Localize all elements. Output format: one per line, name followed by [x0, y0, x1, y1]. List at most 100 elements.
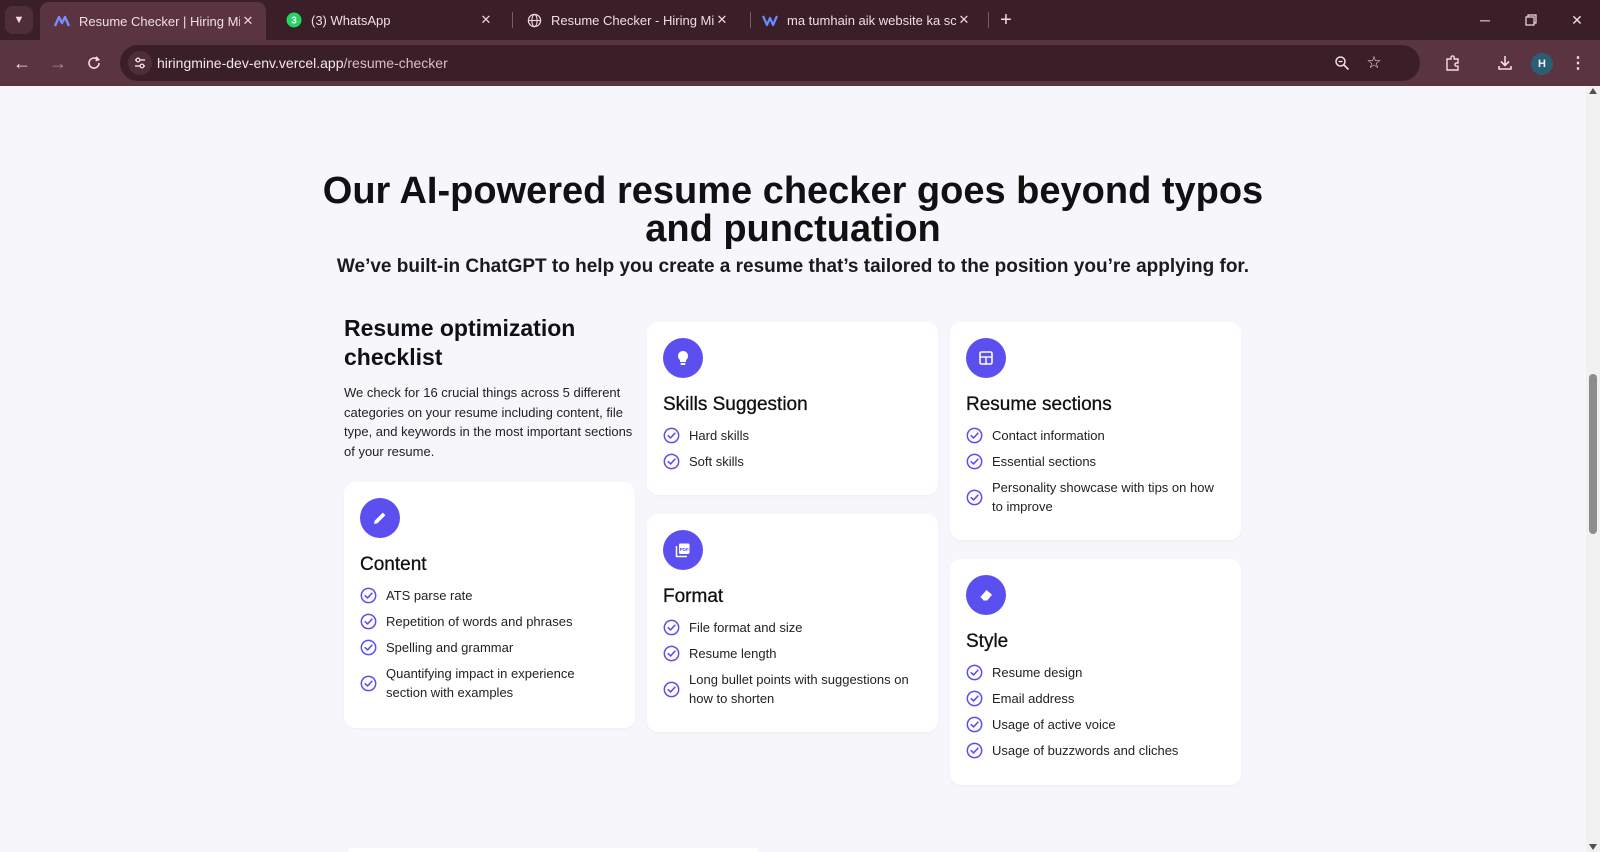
checklist: Resume design Email address Usage of act… [966, 663, 1225, 760]
list-item: Usage of active voice [966, 715, 1225, 734]
check-circle-icon [360, 675, 377, 691]
zoom-button[interactable] [1332, 53, 1352, 73]
site-info-button[interactable] [128, 51, 152, 75]
item-label: Quantifying impact in experience section… [386, 666, 575, 700]
tab-title: Resume Checker | Hiring Mine [79, 13, 240, 29]
section-subtitle: We’ve built-in ChatGPT to help you creat… [336, 256, 1250, 277]
lightbulb-icon [663, 338, 703, 378]
tab-strip: ▼ Resume Checker | Hiring Mine ✕ 3 (3) W… [0, 0, 1600, 40]
arrow-right-icon: → [49, 52, 67, 73]
restore-icon [1525, 14, 1537, 26]
item-label: Long bullet points with suggestions on h… [689, 672, 909, 706]
tab-resume-checker[interactable]: Resume Checker - Hiring Mine ✕ [524, 0, 740, 40]
browser-menu-button[interactable]: ⋮ [1566, 51, 1590, 75]
tab-separator [988, 12, 989, 28]
download-icon [1498, 56, 1512, 70]
minimize-icon: ─ [1480, 12, 1490, 28]
tab-title: ma tumhain aik website ka scre [787, 12, 956, 28]
pdf-icon: PDF [663, 530, 703, 570]
list-item: File format and size [663, 618, 922, 637]
minimize-button[interactable]: ─ [1462, 0, 1508, 40]
close-tab-icon[interactable]: ✕ [714, 12, 730, 28]
scroll-up-arrow-icon[interactable] [1589, 88, 1597, 94]
item-label: Usage of buzzwords and cliches [992, 743, 1179, 758]
item-label: Essential sections [992, 454, 1097, 469]
plus-icon: + [1000, 8, 1012, 31]
list-item: Spelling and grammar [360, 638, 619, 657]
close-tab-icon[interactable]: ✕ [478, 12, 494, 28]
check-circle-icon [966, 716, 983, 733]
check-circle-icon [663, 427, 680, 444]
app-logo-icon [762, 12, 778, 28]
check-circle-icon [663, 645, 680, 662]
check-circle-icon [966, 664, 983, 681]
tab-whatsapp[interactable]: 3 (3) WhatsApp ✕ [284, 0, 504, 40]
item-label: Spelling and grammar [386, 640, 514, 655]
restore-button[interactable] [1508, 0, 1554, 40]
forward-button[interactable]: → [44, 49, 72, 77]
puzzle-icon [1446, 55, 1459, 71]
item-label: File format and size [689, 620, 803, 635]
list-item: Usage of buzzwords and cliches [966, 741, 1225, 760]
hiringmine-logo-icon [54, 13, 70, 29]
list-item: Resume design [966, 663, 1225, 682]
tab-resume-checker-active[interactable]: Resume Checker | Hiring Mine ✕ [40, 2, 266, 40]
profile-avatar[interactable]: H [1531, 53, 1553, 75]
check-circle-icon [966, 427, 983, 444]
close-tab-icon[interactable]: ✕ [956, 12, 972, 28]
svg-text:PDF: PDF [680, 547, 689, 552]
downloads-button[interactable] [1493, 51, 1517, 75]
item-label: Email address [992, 691, 1075, 706]
card-title: Format [663, 586, 724, 607]
list-item: Hard skills [663, 426, 922, 445]
format-card: PDF Format File format and size Resume l… [647, 514, 938, 732]
reload-button[interactable] [80, 49, 108, 77]
page-viewport: Our AI-powered resume checker goes beyon… [0, 86, 1586, 852]
checklist: File format and size Resume length Long … [663, 618, 922, 708]
checklist-title: Resume optimization checklist [344, 315, 576, 370]
back-button[interactable]: ← [8, 49, 36, 77]
bookmark-button[interactable]: ☆ [1364, 53, 1384, 73]
next-section-edge [348, 848, 758, 852]
item-label: Usage of active voice [992, 717, 1116, 732]
check-circle-icon [966, 453, 983, 470]
item-label: Soft skills [689, 454, 744, 469]
close-tab-icon[interactable]: ✕ [240, 13, 256, 29]
item-label: Hard skills [689, 428, 749, 443]
list-item: Repetition of words and phrases [360, 612, 619, 631]
url-text[interactable]: hiringmine-dev-env.vercel.app/resume-che… [157, 55, 448, 71]
tab-title: Resume Checker - Hiring Mine [551, 12, 714, 28]
scrollbar-thumb[interactable] [1589, 374, 1597, 534]
card-title: Resume sections [966, 394, 1112, 415]
check-circle-icon [663, 619, 680, 636]
new-tab-button[interactable]: + [994, 8, 1018, 32]
close-icon: ✕ [1571, 11, 1583, 28]
whatsapp-icon: 3 [286, 12, 302, 28]
checklist-description: We check for 16 crucial things across 5 … [344, 385, 633, 459]
check-circle-icon [360, 613, 377, 630]
skills-suggestion-card: Skills Suggestion Hard skills Soft skill… [647, 322, 938, 495]
check-circle-icon [360, 587, 377, 604]
item-label: Resume design [992, 665, 1083, 680]
check-circle-icon [966, 742, 983, 759]
list-item: Contact information [966, 426, 1225, 445]
checklist: Hard skills Soft skills [663, 426, 922, 471]
item-label: Resume length [689, 646, 777, 661]
check-circle-icon [663, 453, 680, 470]
item-label: Repetition of words and phrases [386, 614, 573, 629]
extensions-button[interactable] [1441, 51, 1465, 75]
address-bar[interactable]: hiringmine-dev-env.vercel.app/resume-che… [120, 45, 1420, 81]
tab-separator [512, 12, 513, 28]
tab-chat[interactable]: ma tumhain aik website ka scre ✕ [760, 0, 982, 40]
checklist: ATS parse rate Repetition of words and p… [360, 586, 619, 702]
tab-separator [750, 12, 751, 28]
list-item: Resume length [663, 644, 922, 663]
tab-search-button[interactable]: ▼ [5, 6, 33, 34]
page-scrollbar[interactable] [1586, 86, 1600, 852]
close-window-button[interactable]: ✕ [1554, 0, 1600, 40]
tune-icon [135, 57, 145, 69]
list-item: ATS parse rate [360, 586, 619, 605]
scroll-down-arrow-icon[interactable] [1589, 844, 1597, 850]
url-host: hiringmine-dev-env.vercel.app [157, 55, 344, 71]
reload-icon [88, 56, 101, 69]
